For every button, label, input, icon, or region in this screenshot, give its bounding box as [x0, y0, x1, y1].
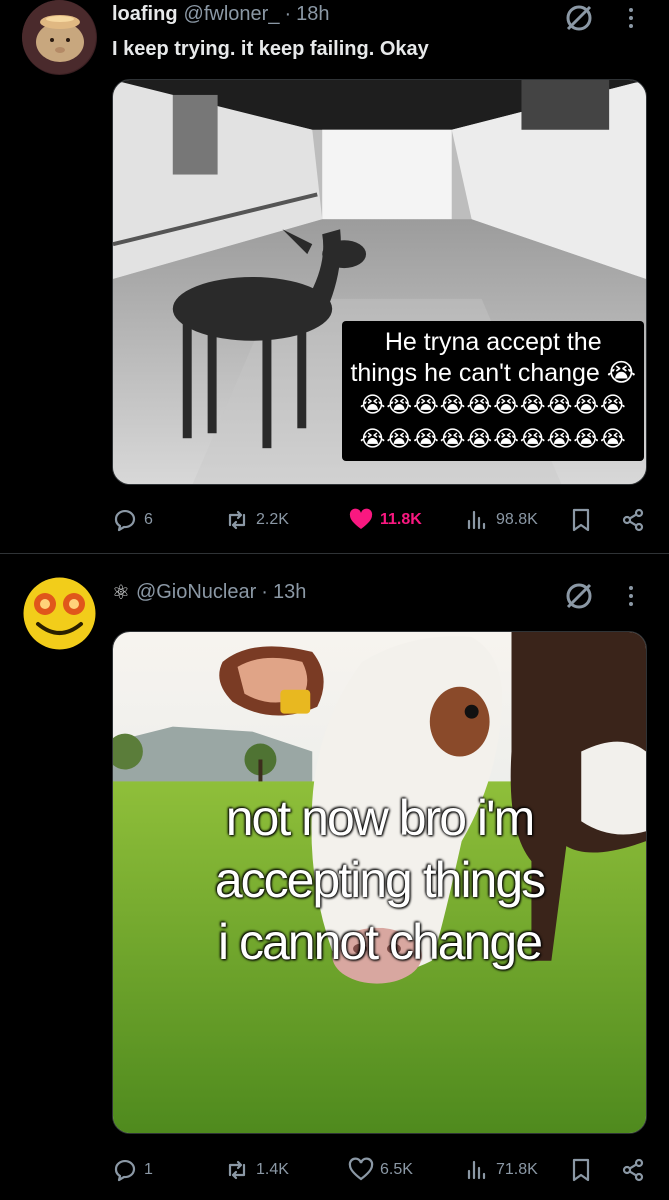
- reply-button[interactable]: 6: [112, 505, 153, 535]
- caption-line-2: things he can't change 😭: [350, 359, 636, 387]
- repost-icon: [228, 510, 246, 530]
- caption-line-1: He tryna accept the: [384, 328, 602, 356]
- share-button[interactable]: [620, 505, 646, 535]
- reply-button[interactable]: 1: [112, 1155, 153, 1185]
- meme-line-2: accepting things: [214, 852, 546, 908]
- like-button[interactable]: 11.8K: [348, 505, 422, 535]
- post-header: ⚛ @GioNuclear · 13h: [112, 579, 306, 605]
- post-time[interactable]: 13h: [273, 581, 306, 604]
- like-button[interactable]: 6.5K: [348, 1155, 413, 1185]
- heart-icon: [348, 1157, 374, 1181]
- caption-emoji-row-2: 😭😭😭😭😭😭😭😭😭😭: [359, 427, 627, 452]
- grok-icon[interactable]: [563, 2, 595, 34]
- bookmark-button[interactable]: [568, 505, 594, 535]
- post-2[interactable]: ⚛ @GioNuclear · 13h not now bro i'm acce…: [0, 554, 669, 1200]
- meme-line-1: not now bro i'm: [225, 790, 535, 846]
- post-text: I keep trying. it keep failing. Okay: [112, 38, 429, 60]
- views-icon: [467, 1160, 486, 1180]
- grok-icon[interactable]: [563, 580, 595, 612]
- display-name[interactable]: ⚛: [112, 580, 130, 605]
- bookmark-icon: [572, 508, 590, 532]
- user-handle[interactable]: @fwloner_: [184, 3, 280, 26]
- avatar[interactable]: [22, 576, 97, 651]
- views-button[interactable]: 71.8K: [464, 1155, 538, 1185]
- heart-icon: [349, 508, 373, 529]
- avatar-image: [22, 576, 97, 651]
- reply-icon: [114, 1159, 136, 1182]
- more-icon[interactable]: [623, 4, 639, 32]
- share-button[interactable]: [620, 1155, 646, 1185]
- meme-line-3: i cannot change: [217, 914, 543, 970]
- share-icon: [622, 1158, 644, 1182]
- avatar[interactable]: [22, 0, 97, 75]
- display-name[interactable]: loafing: [112, 3, 178, 26]
- post-header: loafing @fwloner_ · 18h: [112, 1, 330, 27]
- view-count: 71.8K: [496, 1161, 538, 1178]
- view-count: 98.8K: [496, 511, 538, 528]
- media-caption: He tryna accept the things he can't chan…: [342, 321, 644, 461]
- bookmark-button[interactable]: [568, 1155, 594, 1185]
- like-count: 6.5K: [380, 1161, 413, 1178]
- reply-icon: [114, 509, 136, 532]
- meme-caption: not now bro i'm accepting things i canno…: [113, 787, 646, 973]
- avatar-image: [22, 0, 97, 75]
- repost-count: 1.4K: [256, 1161, 289, 1178]
- share-icon: [622, 508, 644, 532]
- repost-count: 2.2K: [256, 511, 289, 528]
- post-actions: 1 1.4K 6.5K 71.8K: [112, 1155, 647, 1185]
- bookmark-icon: [572, 1158, 590, 1182]
- views-icon: [467, 510, 486, 530]
- post-media[interactable]: He tryna accept the things he can't chan…: [112, 79, 647, 485]
- reply-count: 6: [144, 511, 153, 528]
- caption-emoji-row-1: 😭😭😭😭😭😭😭😭😭😭: [359, 393, 627, 418]
- views-button[interactable]: 98.8K: [464, 505, 538, 535]
- repost-icon: [228, 1160, 246, 1180]
- post-time[interactable]: 18h: [296, 3, 329, 26]
- like-count: 11.8K: [380, 511, 422, 528]
- post-1[interactable]: loafing @fwloner_ · 18h I keep trying. i…: [0, 0, 669, 553]
- separator-dot: ·: [284, 2, 292, 25]
- user-handle[interactable]: @GioNuclear: [136, 581, 256, 604]
- more-icon[interactable]: [623, 582, 639, 610]
- post-media[interactable]: not now bro i'm accepting things i canno…: [112, 631, 647, 1134]
- repost-button[interactable]: 1.4K: [224, 1155, 289, 1185]
- post-actions: 6 2.2K 11.8K 98.8K: [112, 505, 647, 535]
- repost-button[interactable]: 2.2K: [224, 505, 289, 535]
- reply-count: 1: [144, 1161, 153, 1178]
- separator-dot: ·: [261, 580, 268, 603]
